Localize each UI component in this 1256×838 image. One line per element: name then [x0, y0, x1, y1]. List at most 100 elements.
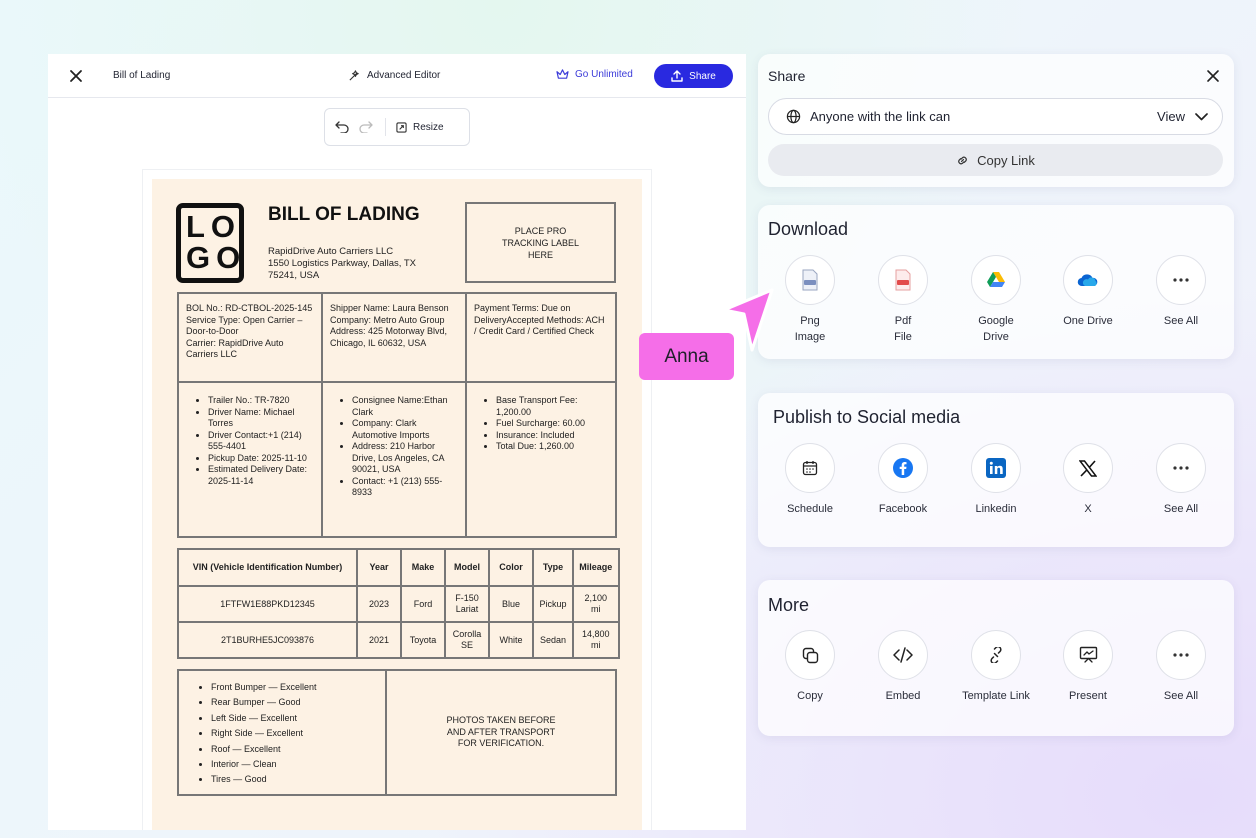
- bol-info-cell: BOL No.: RD-CTBOL-2025-145 Service Type:…: [179, 294, 323, 383]
- download-png-option[interactable]: Png Image: [765, 255, 855, 345]
- download-pdf-option[interactable]: Pdf File: [858, 255, 948, 345]
- more-copy-option[interactable]: Copy: [765, 630, 855, 704]
- shipper-company: Company: Metro Auto Group: [330, 314, 445, 325]
- shipper-name: Shipper Name: Laura Benson: [330, 303, 449, 313]
- editor-topbar: Bill of Lading Advanced Editor Go Unlimi…: [48, 54, 746, 98]
- publish-linkedin-option[interactable]: Linkedin: [951, 443, 1041, 517]
- close-icon[interactable]: [69, 69, 83, 83]
- upload-icon: [671, 70, 683, 82]
- bol-number: BOL No.: RD-CTBOL-2025-145: [186, 303, 313, 313]
- payment-terms: Payment Terms: Due on DeliveryAccepted M…: [474, 303, 605, 336]
- more-present-option[interactable]: Present: [1043, 630, 1133, 704]
- pdf-file-icon: [878, 255, 928, 305]
- table-cell: 2023: [356, 585, 402, 623]
- download-option-label: Pdf File: [894, 315, 912, 343]
- publish-title: Publish to Social media: [773, 407, 961, 427]
- publish-schedule-option[interactable]: Schedule: [765, 443, 855, 517]
- document-title: Bill of Lading: [113, 70, 171, 81]
- magic-wand-icon: [349, 70, 359, 81]
- list-item: Tires — Good: [211, 772, 385, 787]
- redo-icon[interactable]: [359, 121, 373, 133]
- link-icon: [971, 630, 1021, 680]
- resize-button[interactable]: Resize: [396, 122, 444, 133]
- more-see-all-option[interactable]: See All: [1136, 630, 1226, 704]
- publish-option-label: X: [1084, 503, 1092, 515]
- list-item: Base Transport Fee: 1,200.00: [496, 395, 608, 418]
- list-item: Total Due: 1,260.00: [496, 441, 608, 453]
- list-item: Estimated Delivery Date: 2025-11-14: [208, 464, 314, 487]
- go-unlimited-button[interactable]: Go Unlimited: [556, 69, 633, 80]
- list-item: Fuel Surcharge: 60.00: [496, 418, 608, 430]
- list-item: Roof — Excellent: [211, 742, 385, 757]
- download-option-label: One Drive: [1063, 315, 1113, 327]
- publish-facebook-option[interactable]: Facebook: [858, 443, 948, 517]
- vehicle-table: VIN (Vehicle Identification Number) Year…: [177, 548, 620, 659]
- share-button[interactable]: Share: [654, 64, 733, 88]
- resize-icon: [396, 121, 407, 133]
- undo-icon[interactable]: [335, 121, 349, 133]
- publish-x-option[interactable]: X: [1043, 443, 1133, 517]
- copy-link-label: Copy Link: [977, 152, 1035, 168]
- globe-icon: [786, 109, 801, 124]
- document-canvas[interactable]: LO GO BILL OF LADING RapidDrive Auto Carr…: [143, 170, 651, 830]
- close-icon[interactable]: [1206, 69, 1220, 83]
- company-address: 1550 Logistics Parkway, Dallas, TX 75241…: [268, 258, 417, 281]
- collaborator-name-tag: Anna: [639, 333, 734, 380]
- resize-label: Resize: [413, 121, 444, 133]
- more-icon: [1156, 630, 1206, 680]
- share-panel: Share Anyone with the link can View Copy…: [758, 54, 1234, 187]
- table-cell: 1FTFW1E88PKD12345: [177, 585, 358, 623]
- carrier-name: Carrier: RapidDrive Auto Carriers LLC: [186, 337, 284, 360]
- more-option-label: Copy: [797, 690, 823, 702]
- publish-option-label: Schedule: [787, 503, 833, 515]
- more-embed-option[interactable]: Embed: [858, 630, 948, 704]
- permission-label: Anyone with the link can: [810, 109, 951, 124]
- charges-info-cell: Base Transport Fee: 1,200.00 Fuel Surcha…: [467, 383, 615, 536]
- list-item: Interior — Clean: [211, 757, 385, 772]
- column-header: Color: [488, 548, 534, 587]
- list-item: Right Side — Excellent: [211, 726, 385, 741]
- download-google-drive-option[interactable]: Google Drive: [951, 255, 1041, 345]
- table-cell: Pickup: [532, 585, 574, 623]
- photos-note: PHOTOS TAKEN BEFORE AND AFTER TRANSPORT …: [446, 715, 556, 749]
- list-item: Consignee Name:Ethan Clark: [352, 395, 458, 418]
- advanced-editor-button[interactable]: Advanced Editor: [348, 69, 440, 82]
- share-title: Share: [768, 68, 806, 84]
- payment-info-cell: Payment Terms: Due on DeliveryAccepted M…: [467, 294, 615, 383]
- go-unlimited-label: Go Unlimited: [575, 69, 633, 80]
- download-option-label: Google Drive: [978, 315, 1014, 343]
- shipper-info-cell: Shipper Name: Laura Benson Company: Metr…: [323, 294, 467, 383]
- download-see-all-option[interactable]: See All: [1136, 255, 1226, 329]
- list-item: Left Side — Excellent: [211, 711, 385, 726]
- presentation-icon: [1063, 630, 1113, 680]
- download-panel: Download Png Image Pdf File Google Drive…: [758, 205, 1234, 359]
- linkedin-icon: [971, 443, 1021, 493]
- column-header: Year: [356, 548, 402, 587]
- publish-see-all-option[interactable]: See All: [1136, 443, 1226, 517]
- download-option-label: Png Image: [794, 315, 826, 343]
- pro-label-box: PLACE PRO TRACKING LABEL HERE: [465, 202, 616, 283]
- copy-link-button[interactable]: Copy Link: [768, 144, 1223, 176]
- permission-value-label: View: [1157, 109, 1185, 124]
- x-logo-icon: [1063, 443, 1113, 493]
- download-onedrive-option[interactable]: One Drive: [1043, 255, 1133, 329]
- list-item: Driver Contact:+1 (214) 555-4401: [208, 430, 314, 453]
- condition-list: Front Bumper — Excellent Rear Bumper — G…: [179, 671, 387, 794]
- permission-value[interactable]: View: [1157, 109, 1208, 124]
- table-cell: 14,800 mi: [572, 621, 620, 659]
- calendar-icon: [785, 443, 835, 493]
- column-header: VIN (Vehicle Identification Number): [177, 548, 358, 587]
- more-icon: [1156, 443, 1206, 493]
- list-item: Address: 210 Harbor Drive, Los Angeles, …: [352, 441, 458, 476]
- more-panel: More Copy Embed Template Link Present Se…: [758, 580, 1234, 736]
- table-cell: 2T1BURHE5JC093876: [177, 621, 358, 659]
- more-template-link-option[interactable]: Template Link: [951, 630, 1041, 704]
- more-option-label: Present: [1069, 690, 1107, 702]
- facebook-icon: [878, 443, 928, 493]
- condition-box: Front Bumper — Excellent Rear Bumper — G…: [177, 669, 617, 796]
- table-cell: Toyota: [400, 621, 446, 659]
- logo-placeholder: LO GO: [176, 203, 244, 283]
- consignee-info-cell: Consignee Name:Ethan Clark Company: Clar…: [323, 383, 467, 536]
- table-cell: White: [488, 621, 534, 659]
- link-permission-select[interactable]: Anyone with the link can View: [768, 98, 1223, 135]
